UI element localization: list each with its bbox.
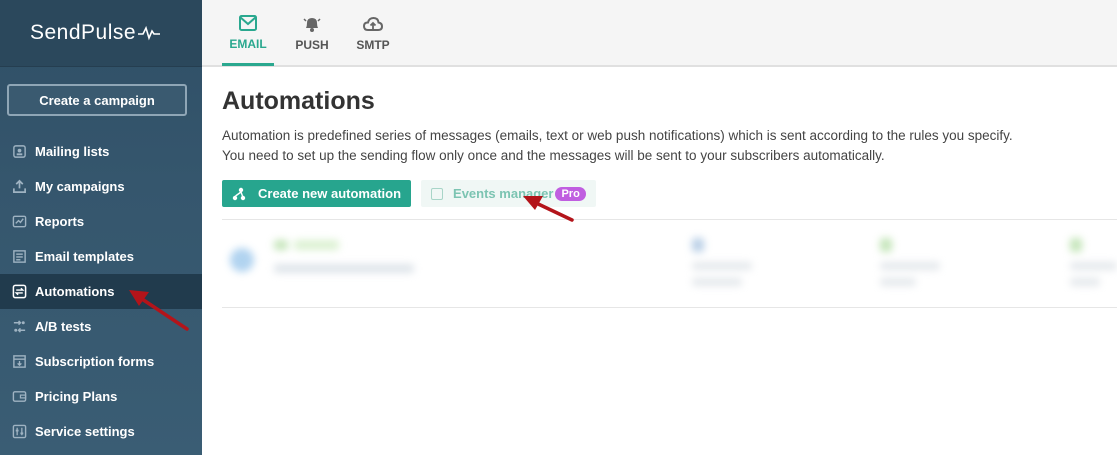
create-campaign-button[interactable]: Create a campaign — [7, 84, 187, 116]
upload-icon — [11, 179, 27, 195]
sidebar: SendPulse Create a campaign Mailing list… — [0, 0, 202, 455]
reports-icon — [11, 214, 27, 230]
sidebar-item-email-templates[interactable]: Email templates — [0, 239, 202, 274]
sidebar-item-label: Service settings — [35, 424, 135, 439]
sidebar-item-label: Reports — [35, 214, 85, 229]
sidebar-item-label: My campaigns — [35, 179, 125, 194]
bell-icon — [303, 18, 321, 32]
tab-push[interactable]: PUSH — [290, 0, 334, 66]
automations-icon — [11, 284, 27, 300]
forms-icon — [11, 354, 27, 370]
sidebar-item-label: Pricing Plans — [35, 389, 118, 404]
cloud-upload-icon — [362, 16, 384, 31]
annotation-arrow-events-manager — [523, 196, 574, 222]
sidebar-item-my-campaigns[interactable]: My campaigns — [0, 169, 202, 204]
list-bottom-divider — [222, 307, 1117, 308]
sidebar-item-subscription-forms[interactable]: Subscription forms — [0, 344, 202, 379]
wallet-icon — [11, 389, 27, 405]
sidebar-item-label: Email templates — [35, 249, 134, 264]
settings-icon — [11, 424, 27, 440]
flow-icon — [232, 187, 246, 200]
channel-tabs: EMAIL PUSH SMTP — [202, 0, 1117, 67]
description-line-1: Automation is predefined series of messa… — [222, 128, 1013, 143]
mailing-list-icon — [11, 144, 27, 160]
sidebar-item-label: Mailing lists — [35, 144, 110, 159]
tab-label: PUSH — [295, 38, 329, 52]
main-content: Automations Automation is predefined ser… — [222, 67, 1117, 207]
events-icon — [431, 187, 444, 200]
description-line-2: You need to set up the sending flow only… — [222, 148, 885, 163]
sidebar-item-reports[interactable]: Reports — [0, 204, 202, 239]
annotation-arrow-automations — [129, 290, 189, 331]
sidebar-item-label: A/B tests — [35, 319, 92, 334]
action-bar: Create new automation Events manager Pro — [222, 180, 1117, 207]
sidebar-item-pricing-plans[interactable]: Pricing Plans — [0, 379, 202, 414]
email-icon — [239, 14, 257, 31]
page-title: Automations — [222, 87, 375, 115]
sidebar-item-mailing-lists[interactable]: Mailing lists — [0, 134, 202, 169]
sidebar-item-label: Automations — [35, 284, 115, 299]
create-automation-label: Create new automation — [258, 186, 402, 201]
sidebar-item-label: Subscription forms — [35, 354, 155, 369]
create-automation-button[interactable]: Create new automation — [222, 180, 412, 207]
pulse-icon — [138, 25, 161, 41]
tab-label: SMTP — [356, 38, 390, 52]
tab-label: EMAIL — [229, 36, 267, 51]
brand-name: SendPulse — [30, 21, 137, 44]
templates-icon — [11, 249, 27, 265]
brand-logo[interactable]: SendPulse — [0, 0, 202, 67]
create-campaign-label: Create a campaign — [39, 92, 155, 108]
tab-email[interactable]: EMAIL — [222, 0, 274, 66]
ab-tests-icon — [11, 319, 27, 335]
sidebar-item-service-settings[interactable]: Service settings — [0, 414, 202, 449]
tab-smtp[interactable]: SMTP — [350, 0, 396, 66]
blurred-automation-row — [222, 230, 1117, 300]
list-top-divider — [222, 219, 1117, 220]
page-description: Automation is predefined series of messa… — [222, 126, 1117, 166]
